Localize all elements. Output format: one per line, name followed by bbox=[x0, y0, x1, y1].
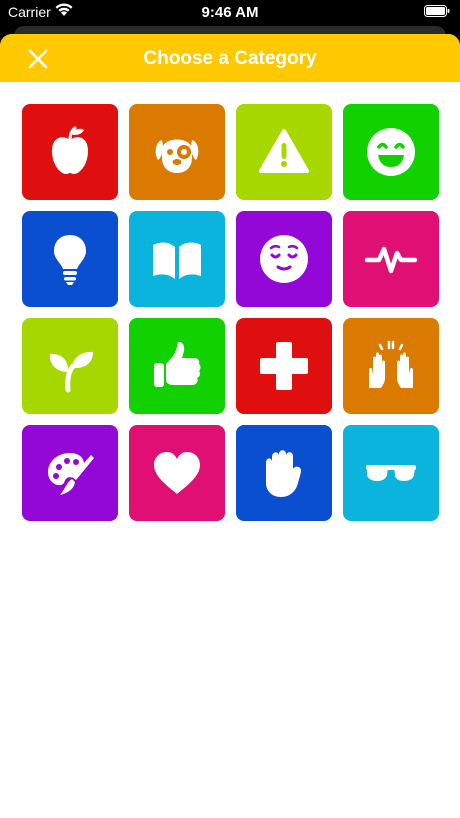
category-tile-calm[interactable] bbox=[236, 211, 332, 307]
category-tile-idea[interactable] bbox=[22, 211, 118, 307]
paint-palette-icon bbox=[48, 453, 94, 495]
open-book-icon bbox=[153, 242, 201, 279]
warning-icon bbox=[259, 129, 309, 173]
category-tile-health[interactable] bbox=[343, 211, 439, 307]
battery-icon bbox=[424, 5, 450, 17]
apple-icon bbox=[52, 126, 88, 174]
heartbeat-icon bbox=[364, 246, 418, 274]
thumbs-up-icon bbox=[154, 341, 201, 387]
sunglasses-icon bbox=[366, 465, 416, 481]
navigation-bar: Choose a Category bbox=[0, 34, 460, 82]
sprout-icon bbox=[49, 351, 93, 393]
lightbulb-icon bbox=[54, 235, 86, 285]
category-tile-cool[interactable] bbox=[343, 425, 439, 521]
category-tile-apple[interactable] bbox=[22, 104, 118, 200]
category-tile-smiley[interactable] bbox=[343, 104, 439, 200]
category-tile-growth[interactable] bbox=[22, 318, 118, 414]
category-tile-celebrate[interactable] bbox=[343, 318, 439, 414]
status-bar: Carrier 9:46 AM bbox=[0, 0, 460, 26]
category-sheet: Choose a Category bbox=[0, 34, 460, 818]
category-tile-medical[interactable] bbox=[236, 318, 332, 414]
category-tile-art[interactable] bbox=[22, 425, 118, 521]
raised-hands-icon bbox=[369, 340, 413, 388]
category-tile-strength[interactable] bbox=[236, 425, 332, 521]
category-grid bbox=[22, 104, 439, 521]
raised-fist-icon bbox=[266, 450, 302, 497]
status-time: 9:46 AM bbox=[201, 4, 259, 21]
category-tile-like[interactable] bbox=[129, 318, 225, 414]
medical-cross-icon bbox=[260, 342, 308, 390]
dog-face-icon bbox=[155, 139, 199, 173]
smiley-face-icon bbox=[367, 128, 415, 176]
category-tile-warning[interactable] bbox=[236, 104, 332, 200]
category-tile-dog[interactable] bbox=[129, 104, 225, 200]
category-tile-reading[interactable] bbox=[129, 211, 225, 307]
page-title: Choose a Category bbox=[143, 48, 317, 69]
category-tile-love[interactable] bbox=[129, 425, 225, 521]
relieved-face-icon bbox=[260, 235, 308, 283]
heart-icon bbox=[154, 452, 200, 494]
